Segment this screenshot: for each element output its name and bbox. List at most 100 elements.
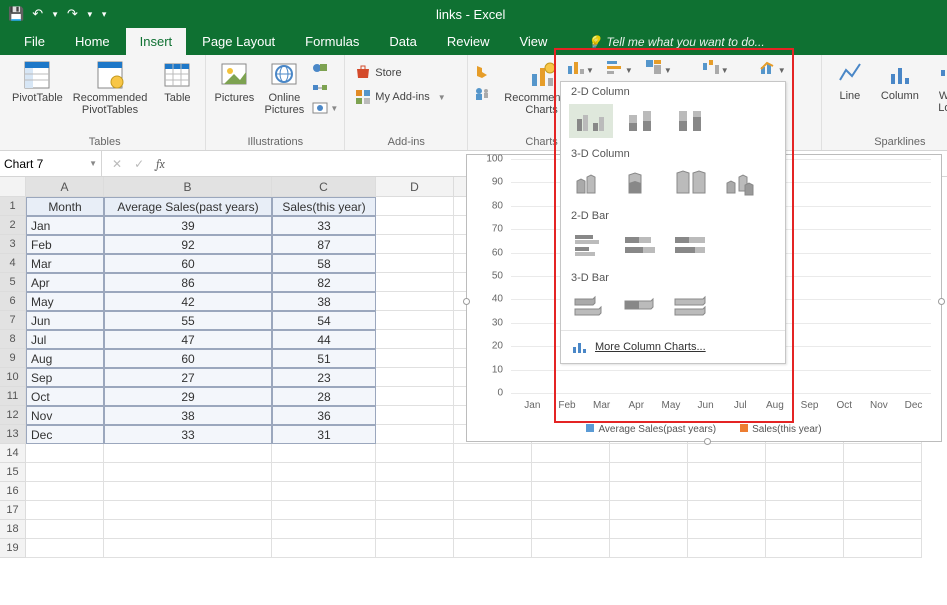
chart-clustered-bar[interactable] — [569, 228, 613, 262]
cell[interactable]: 51 — [272, 349, 376, 368]
cell[interactable] — [376, 520, 454, 539]
cell[interactable] — [454, 501, 532, 520]
cell[interactable]: Sep — [26, 368, 104, 387]
cell[interactable]: 39 — [104, 216, 272, 235]
cell[interactable]: 60 — [104, 254, 272, 273]
cell[interactable] — [454, 482, 532, 501]
cell[interactable] — [376, 254, 454, 273]
cell[interactable]: Sales(this year) — [272, 197, 376, 216]
cell[interactable] — [376, 482, 454, 501]
tab-page-layout[interactable]: Page Layout — [188, 28, 289, 55]
name-box[interactable]: ▼ — [0, 151, 102, 176]
tab-data[interactable]: Data — [375, 28, 430, 55]
tab-formulas[interactable]: Formulas — [291, 28, 373, 55]
cell[interactable] — [454, 539, 532, 558]
cell[interactable] — [104, 463, 272, 482]
cell[interactable] — [376, 387, 454, 406]
cell[interactable] — [376, 292, 454, 311]
my-addins-button[interactable]: My Add-ins▼ — [351, 88, 449, 106]
cell[interactable] — [26, 444, 104, 463]
combo-chart-dropdown[interactable]: ▼ — [756, 57, 789, 77]
enter-icon[interactable]: ✓ — [134, 157, 144, 171]
chart-3d-clustered-bar[interactable] — [569, 290, 613, 324]
cell[interactable]: Nov — [26, 406, 104, 425]
row-header[interactable]: 19 — [0, 539, 26, 558]
table-button[interactable]: Table — [155, 58, 199, 106]
cell[interactable] — [272, 539, 376, 558]
cell[interactable] — [688, 539, 766, 558]
cell[interactable]: Oct — [26, 387, 104, 406]
cell[interactable] — [26, 520, 104, 539]
cell[interactable]: Month — [26, 197, 104, 216]
cell[interactable]: 36 — [272, 406, 376, 425]
cell[interactable] — [376, 501, 454, 520]
cell[interactable]: 27 — [104, 368, 272, 387]
redo-icon[interactable]: ↷ — [67, 6, 78, 22]
tab-review[interactable]: Review — [433, 28, 504, 55]
row-header[interactable]: 14 — [0, 444, 26, 463]
cell[interactable] — [376, 463, 454, 482]
cell[interactable]: Apr — [26, 273, 104, 292]
tab-file[interactable]: File — [10, 28, 59, 55]
chart-100-stacked-bar[interactable] — [669, 228, 713, 262]
cell[interactable] — [766, 482, 844, 501]
chart-3d-100-stacked-column[interactable] — [669, 166, 713, 200]
sparkline-line-button[interactable]: Line — [828, 58, 872, 104]
cell[interactable]: May — [26, 292, 104, 311]
chart-3d-clustered-column[interactable] — [569, 166, 613, 200]
row-header[interactable]: 3 — [0, 235, 26, 254]
row-header[interactable]: 7 — [0, 311, 26, 330]
cell[interactable] — [766, 444, 844, 463]
cell[interactable] — [272, 444, 376, 463]
row-header[interactable]: 18 — [0, 520, 26, 539]
cell[interactable]: 44 — [272, 330, 376, 349]
cell[interactable]: 55 — [104, 311, 272, 330]
cell[interactable] — [454, 444, 532, 463]
cell[interactable]: Mar — [26, 254, 104, 273]
cell[interactable] — [104, 482, 272, 501]
cell[interactable] — [688, 520, 766, 539]
cell[interactable] — [844, 539, 922, 558]
cell[interactable] — [610, 444, 688, 463]
cell[interactable] — [272, 520, 376, 539]
cell[interactable]: 54 — [272, 311, 376, 330]
tab-view[interactable]: View — [505, 28, 561, 55]
cell[interactable] — [610, 463, 688, 482]
cell[interactable]: Jun — [26, 311, 104, 330]
cell[interactable] — [376, 273, 454, 292]
cell[interactable] — [376, 539, 454, 558]
cell[interactable] — [26, 501, 104, 520]
sparkline-column-button[interactable]: Column — [878, 58, 922, 104]
chart-3d-stacked-bar[interactable] — [619, 290, 663, 324]
shapes-button[interactable] — [312, 60, 328, 76]
cancel-icon[interactable]: ✕ — [112, 157, 122, 171]
cell[interactable] — [376, 330, 454, 349]
cell[interactable]: 38 — [104, 406, 272, 425]
cell[interactable] — [376, 216, 454, 235]
cell[interactable] — [532, 539, 610, 558]
cell[interactable]: 33 — [104, 425, 272, 444]
cell[interactable] — [844, 463, 922, 482]
cell[interactable] — [532, 482, 610, 501]
cell[interactable] — [610, 539, 688, 558]
cell[interactable] — [766, 520, 844, 539]
undo-dropdown-icon[interactable]: ▼ — [51, 10, 59, 19]
chart-stacked-bar[interactable] — [619, 228, 663, 262]
row-header[interactable]: 6 — [0, 292, 26, 311]
cell[interactable] — [376, 444, 454, 463]
cell[interactable]: 58 — [272, 254, 376, 273]
hierarchy-chart-dropdown[interactable]: ▼ — [642, 57, 675, 77]
cell[interactable] — [376, 197, 454, 216]
cell[interactable] — [688, 501, 766, 520]
row-header[interactable]: 8 — [0, 330, 26, 349]
store-button[interactable]: Store — [351, 64, 405, 82]
cell[interactable] — [610, 482, 688, 501]
row-header[interactable]: 9 — [0, 349, 26, 368]
cell[interactable] — [610, 501, 688, 520]
pictures-button[interactable]: Pictures — [212, 58, 256, 118]
row-header[interactable]: 16 — [0, 482, 26, 501]
cell[interactable] — [766, 463, 844, 482]
cell[interactable]: 33 — [272, 216, 376, 235]
row-header[interactable]: 4 — [0, 254, 26, 273]
column-header[interactable]: C — [272, 177, 376, 197]
